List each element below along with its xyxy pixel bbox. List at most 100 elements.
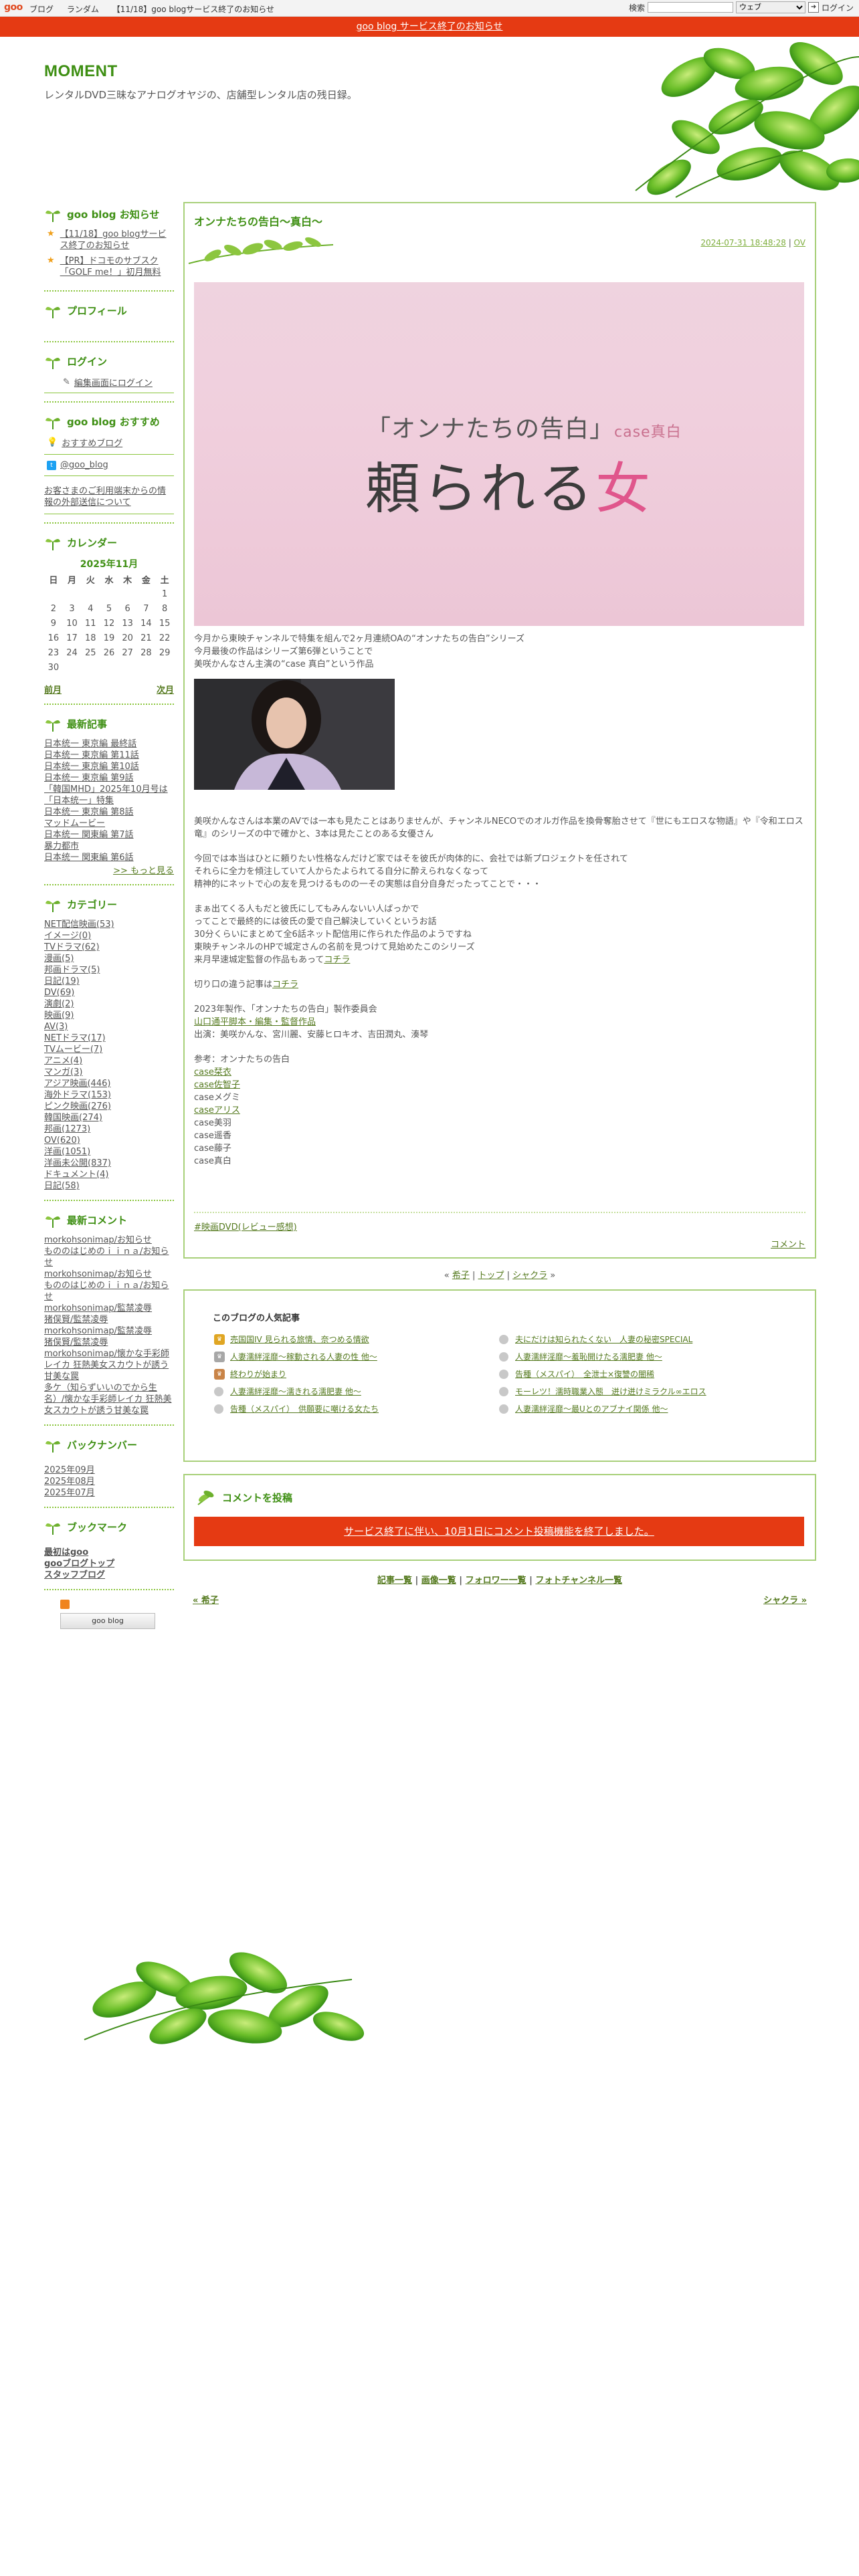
- comment-closed-link[interactable]: サービス終了に伴い、10月1日にコメント投稿機能を終了しました。: [344, 1525, 654, 1537]
- recent-item-link[interactable]: 日本统一 東京編 最終話: [44, 739, 136, 749]
- entry-inline-link[interactable]: コチラ: [324, 955, 350, 965]
- footer-link-photochannel[interactable]: フォトチャンネル一覧: [535, 1576, 622, 1586]
- goo-logo[interactable]: goo: [4, 2, 23, 13]
- comment-item-link[interactable]: 多ケ（知らずいいのでから生名）/懐かな手彩師レイカ 狂熱美女スカウトが誘う甘美な…: [44, 1383, 172, 1416]
- category-item-link[interactable]: マンガ(3): [44, 1067, 82, 1077]
- bookmark-item-link[interactable]: gooブログトップ: [44, 1559, 114, 1569]
- entry-inline-link[interactable]: case佐智子: [194, 1080, 240, 1090]
- recent-item-link[interactable]: 暴力都市: [44, 841, 79, 851]
- search-input[interactable]: [648, 2, 734, 13]
- category-item-link[interactable]: DV(69): [44, 988, 74, 998]
- category-item-link[interactable]: アジア映画(446): [44, 1079, 110, 1089]
- category-item-link[interactable]: 海外ドラマ(153): [44, 1090, 111, 1100]
- toolbar-link-blog[interactable]: ブログ: [29, 5, 54, 14]
- popular-item-link[interactable]: 人妻濡絆淫靡〜最Uとのアブナイ関係 他〜: [515, 1403, 668, 1414]
- search-submit-icon[interactable]: ➜: [808, 2, 820, 13]
- footer-prev-link[interactable]: « 希子: [193, 1593, 219, 1606]
- popular-item-link[interactable]: 終わりが始まり: [230, 1368, 286, 1380]
- recent-item-link[interactable]: 日本统一 東京編 第8話: [44, 807, 134, 817]
- backnumber-item-link[interactable]: 2025年07月: [44, 1488, 95, 1498]
- category-item-link[interactable]: OV(620): [44, 1136, 80, 1146]
- comment-item-link[interactable]: morkohsonimap/お知らせ: [44, 1269, 152, 1279]
- category-item-link[interactable]: 日記(19): [44, 976, 80, 986]
- bookmark-item-link[interactable]: 最初はgoo: [44, 1547, 88, 1558]
- category-item-link[interactable]: アニメ(4): [44, 1056, 82, 1066]
- recent-item-link[interactable]: 「韓国MHD」2025年10月号は「日本统一」特集: [44, 784, 168, 806]
- entry-hero-image[interactable]: 「オンナたちの告白」case真白 頼られる女: [194, 282, 804, 626]
- entry-inline-link[interactable]: 山口通平脚本・編集・監督作品: [194, 1017, 316, 1027]
- footer-link-followers[interactable]: フォロワー一覧: [466, 1576, 527, 1586]
- category-item-link[interactable]: ピンク映画(276): [44, 1101, 111, 1111]
- pager-next-link[interactable]: シャクラ: [512, 1271, 547, 1281]
- popular-item-link[interactable]: 人妻濡絆淫靡〜濡きれる濡肥妻 他〜: [230, 1386, 361, 1397]
- comment-item-link[interactable]: 猪俣賢/監禁凌辱: [44, 1337, 108, 1348]
- category-item-link[interactable]: TVムービー(7): [44, 1045, 102, 1055]
- category-item-link[interactable]: TVドラマ(62): [44, 942, 100, 952]
- category-item-link[interactable]: 洋画(1051): [44, 1147, 90, 1157]
- entry-inline-link[interactable]: コチラ: [272, 980, 298, 990]
- popular-item-link[interactable]: 売国国IV 見られる旅情、奈つめる情欲: [230, 1333, 369, 1345]
- popular-item-link[interactable]: 告種（メスパイ） 供願要に嘲ける女たち: [230, 1403, 379, 1414]
- comment-item-link[interactable]: morkohsonimap/監禁凌辱: [44, 1326, 152, 1336]
- category-item-link[interactable]: NET配信映画(53): [44, 920, 114, 930]
- notice-link[interactable]: 【PR】ドコモのサブスク「GOLF me！」初月無料: [60, 255, 174, 278]
- popular-item-link[interactable]: 夫にだけは知られたくない 人妻の秘密SPECIAL: [515, 1333, 692, 1345]
- goo-blog-badge[interactable]: goo blog: [60, 1613, 155, 1629]
- category-item-link[interactable]: 邦画ドラマ(5): [44, 965, 100, 975]
- search-scope-select[interactable]: ウェブ: [736, 1, 806, 13]
- entry-tag-link[interactable]: #映画DVD(レビュー感想): [194, 1222, 297, 1232]
- entry-author-link[interactable]: OV: [794, 238, 805, 247]
- comment-item-link[interactable]: もののはじめのｉｉｎａ/お知らせ: [44, 1247, 169, 1268]
- backnumber-item-link[interactable]: 2025年09月: [44, 1465, 95, 1475]
- toolbar-link-notice[interactable]: 【11/18】goo blogサービス終了のお知らせ: [112, 5, 274, 14]
- category-item-link[interactable]: 映画(9): [44, 1010, 74, 1021]
- backnumber-item-link[interactable]: 2025年08月: [44, 1477, 95, 1487]
- recent-item-link[interactable]: マッドムービー: [44, 819, 105, 829]
- recent-item-link[interactable]: 日本统一 東京編 第10話: [44, 762, 139, 772]
- pager-prev-link[interactable]: 希子: [452, 1271, 470, 1281]
- category-item-link[interactable]: 演劇(2): [44, 999, 74, 1009]
- entry-inline-link[interactable]: case栞衣: [194, 1067, 231, 1077]
- notice-link[interactable]: 【11/18】goo blogサービス終了のお知らせ: [60, 229, 174, 251]
- recommend-blogs-link[interactable]: おすすめブログ: [62, 436, 122, 449]
- entry-date-link[interactable]: 2024-07-31 18:48:28: [700, 238, 785, 247]
- actress-photo[interactable]: [194, 679, 395, 790]
- category-item-link[interactable]: NETドラマ(17): [44, 1033, 106, 1043]
- popular-item-link[interactable]: モーレツ！濡時職業入態 迸け迸けミラクル∞エロス: [515, 1386, 706, 1397]
- toolbar-link-random[interactable]: ランダム: [67, 5, 99, 14]
- category-item-link[interactable]: 日記(58): [44, 1181, 80, 1191]
- recent-more-link[interactable]: >> もっと見る: [113, 866, 174, 876]
- entry-comment-link[interactable]: コメント: [771, 1240, 805, 1250]
- external-info-link[interactable]: お客さまのご利用端末からの情報の外部送信について: [44, 486, 166, 508]
- popular-item-link[interactable]: 人妻濡絆淫靡〜羞恥開けたる濡肥妻 他〜: [515, 1351, 662, 1362]
- twitter-link[interactable]: @goo_blog: [60, 460, 108, 470]
- category-item-link[interactable]: イメージ(0): [44, 931, 91, 941]
- footer-link-images[interactable]: 画像一覧: [421, 1576, 456, 1586]
- service-end-link[interactable]: goo blog サービス終了のお知らせ: [357, 21, 503, 32]
- footer-link-articles[interactable]: 記事一覧: [377, 1576, 412, 1586]
- footer-next-link[interactable]: シャクラ »: [763, 1593, 807, 1606]
- comment-item-link[interactable]: もののはじめのｉｉｎａ/お知らせ: [44, 1281, 169, 1302]
- blog-title[interactable]: MOMENT: [44, 62, 118, 81]
- entry-title[interactable]: オンナたちの告白〜真白〜: [194, 213, 322, 229]
- recent-item-link[interactable]: 日本统一 東京編 第9話: [44, 773, 134, 783]
- recent-item-link[interactable]: 日本统一 東京編 第11話: [44, 750, 139, 760]
- comment-item-link[interactable]: morkohsonimap/お知らせ: [44, 1235, 152, 1245]
- popular-item-link[interactable]: 告種（メスパイ） 全泄士×復讐の闇稀: [515, 1368, 654, 1380]
- comment-item-link[interactable]: morkohsonimap/懐かな手彩師レイカ 狂熱美女スカウトが誘う甘美な罠: [44, 1349, 169, 1382]
- category-item-link[interactable]: 邦画(1273): [44, 1124, 90, 1134]
- login-link[interactable]: ログイン: [822, 2, 854, 13]
- comment-item-link[interactable]: morkohsonimap/監禁凌辱: [44, 1303, 152, 1313]
- category-item-link[interactable]: 洋画未公開(837): [44, 1158, 111, 1168]
- pager-top-link[interactable]: トップ: [478, 1271, 504, 1281]
- entry-inline-link[interactable]: caseアリス: [194, 1105, 240, 1115]
- comment-item-link[interactable]: 猪俣賢/監禁凌辱: [44, 1315, 108, 1325]
- popular-item-link[interactable]: 人妻濡絆淫靡〜稼動される人妻の性 他〜: [230, 1351, 377, 1362]
- bookmark-item-link[interactable]: スタッフブログ: [44, 1570, 105, 1580]
- recent-item-link[interactable]: 日本统一 関東編 第6話: [44, 853, 134, 863]
- calendar-next-link[interactable]: 次月: [157, 683, 174, 695]
- recent-item-link[interactable]: 日本统一 関東編 第7話: [44, 830, 134, 840]
- category-item-link[interactable]: AV(3): [44, 1022, 68, 1032]
- category-item-link[interactable]: 韓国映画(274): [44, 1113, 102, 1123]
- category-item-link[interactable]: 漫画(5): [44, 954, 74, 964]
